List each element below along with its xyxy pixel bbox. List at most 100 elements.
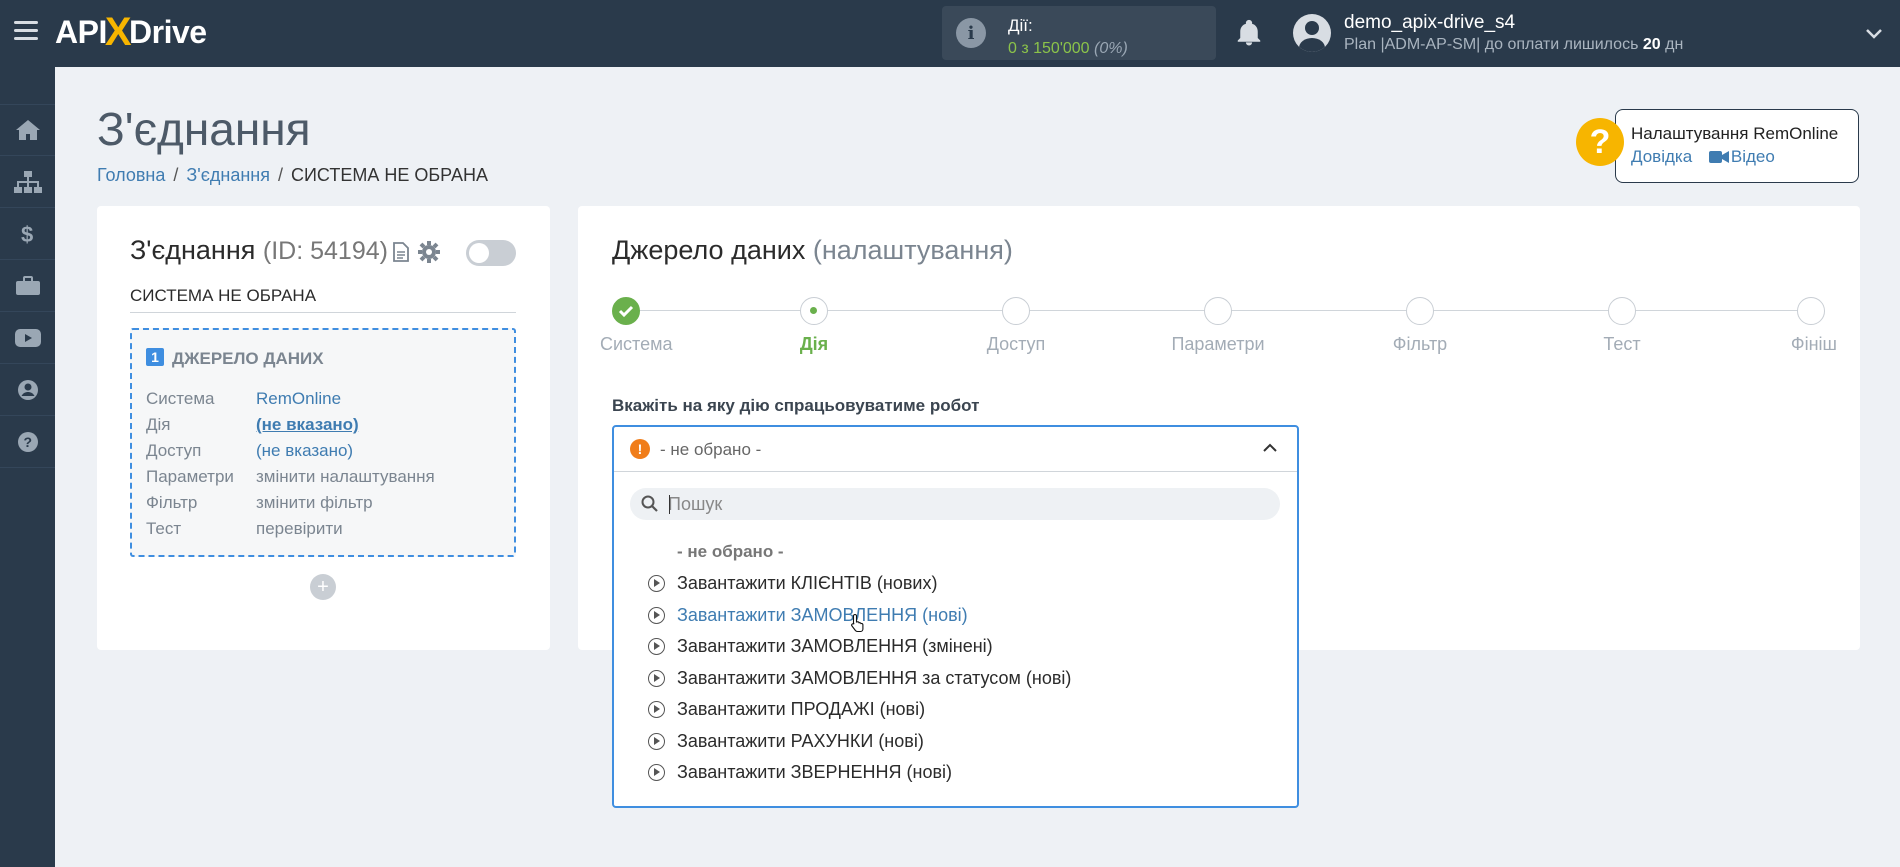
briefcase-icon <box>15 275 40 295</box>
chevron-up-icon[interactable] <box>1262 441 1278 453</box>
source-row-value: змінити фільтр <box>256 493 373 512</box>
option-label: Завантажити ЗАМОВЛЕННЯ за статусом (нові… <box>677 668 1072 688</box>
option-item[interactable]: Завантажити ЗВЕРНЕННЯ (нові) <box>648 762 952 783</box>
avatar[interactable] <box>1293 14 1331 52</box>
logo-text-api: API <box>55 13 107 50</box>
step-dot <box>1406 297 1434 325</box>
step-dot <box>1204 297 1232 325</box>
actions-counter: i Дії: 0 з 150'000 (0%) <box>942 6 1216 60</box>
step-dot <box>1002 297 1030 325</box>
connection-title-text: З'єднання <box>130 235 256 265</box>
help-links: Довідка Відео <box>1631 147 1775 167</box>
help-question-icon[interactable]: ? <box>1576 118 1624 166</box>
step-dot <box>800 297 828 325</box>
play-circle-icon <box>648 733 665 750</box>
source-row-filter: Фільтр змінити фільтр <box>146 493 373 513</box>
document-icon[interactable] <box>393 242 409 262</box>
data-source-block[interactable]: 1 ДЖЕРЕЛО ДАНИХ Система RemOnline Дія (не … <box>130 328 516 557</box>
option-item[interactable]: Завантажити ПРОДАЖІ (нові) <box>648 699 925 720</box>
user-name[interactable]: demo_apix-drive_s4 <box>1344 12 1515 34</box>
step-check-icon <box>612 297 640 325</box>
step-action[interactable]: Дія <box>754 297 874 355</box>
option-label: Завантажити ЗВЕРНЕННЯ (нові) <box>677 762 953 782</box>
step-finish[interactable]: Фініш <box>1751 297 1871 355</box>
connection-toggle[interactable] <box>466 240 516 266</box>
settings-title: Джерело даних (налаштування) <box>612 235 1013 266</box>
action-select-value: - не обрано - <box>660 440 762 459</box>
plan-days: 20 <box>1642 36 1661 53</box>
play-circle-icon <box>648 607 665 624</box>
svg-text:?: ? <box>23 434 32 450</box>
gear-icon[interactable] <box>418 241 440 263</box>
sidebar-item-profile[interactable] <box>0 364 55 416</box>
source-row-key: Фільтр <box>146 493 198 512</box>
step-access[interactable]: Доступ <box>956 297 1076 355</box>
action-field-label: Вкажіть на яку дію спрацьовуватиме робот <box>612 396 980 415</box>
sidebar-item-connections[interactable] <box>0 156 55 208</box>
hand-cursor-icon <box>851 613 864 633</box>
step-dot <box>1608 297 1636 325</box>
option-label: Завантажити КЛІЄНТІВ (нових) <box>677 573 938 593</box>
sidebar-item-help[interactable]: ? <box>0 416 55 468</box>
dollar-icon: $ <box>21 222 33 246</box>
bell-icon[interactable] <box>1234 18 1264 48</box>
chevron-down-icon[interactable] <box>1864 24 1884 44</box>
source-row-value[interactable]: (не вказано) <box>256 415 359 435</box>
breadcrumb: Головна / З'єднання / СИСТЕМА НЕ ОБРАНА <box>97 165 488 186</box>
option-item[interactable]: Завантажити РАХУНКИ (нові) <box>648 731 924 752</box>
option-label: Завантажити ЗАМОВЛЕННЯ (нові) <box>677 605 968 625</box>
option-item[interactable]: Завантажити ЗАМОВЛЕННЯ (нові) <box>648 605 968 626</box>
option-item[interactable]: Завантажити КЛІЄНТІВ (нових) <box>648 573 937 594</box>
source-row-value[interactable]: (не вказано) <box>256 441 353 461</box>
source-row-value: перевірити <box>256 519 343 538</box>
settings-subtitle: (налаштування) <box>812 235 1013 265</box>
video-link[interactable]: Відео <box>1731 147 1775 166</box>
breadcrumb-current: СИСТЕМА НЕ ОБРАНА <box>291 165 488 185</box>
play-circle-icon <box>648 701 665 718</box>
action-select[interactable]: ! - не обрано - <box>614 427 1297 472</box>
step-dot <box>1797 297 1825 325</box>
source-row-action: Дія (не вказано) <box>146 415 359 435</box>
breadcrumb-separator: / <box>173 165 179 185</box>
step-test[interactable]: Тест <box>1562 297 1682 355</box>
source-row-system: Система RemOnline <box>146 389 341 409</box>
source-row-access: Доступ (не вказано) <box>146 441 353 461</box>
breadcrumb-connections[interactable]: З'єднання <box>186 165 270 185</box>
step-filter[interactable]: Фільтр <box>1360 297 1480 355</box>
step-parameters[interactable]: Параметри <box>1158 297 1278 355</box>
help-link[interactable]: Довідка <box>1631 147 1692 166</box>
option-label: Завантажити ЗАМОВЛЕННЯ (змінені) <box>677 636 993 656</box>
source-row-key: Доступ <box>146 441 202 460</box>
option-none[interactable]: - не обрано - <box>677 542 784 562</box>
breadcrumb-home[interactable]: Головна <box>97 165 165 185</box>
sidebar-item-home[interactable] <box>0 104 55 156</box>
step-label: Доступ <box>986 334 1046 354</box>
plan-suffix: дн <box>1665 36 1684 53</box>
play-circle-icon <box>648 670 665 687</box>
sidebar-item-billing[interactable]: $ <box>0 208 55 260</box>
play-circle-icon <box>648 638 665 655</box>
add-block-button[interactable]: + <box>310 574 336 600</box>
logo-text-x: X <box>104 9 132 54</box>
logo[interactable]: API X Drive <box>55 9 207 54</box>
source-row-key: Параметри <box>146 467 234 486</box>
step-system[interactable]: Система <box>566 297 686 355</box>
source-row-key: Дія <box>146 415 171 434</box>
source-row-key: Тест <box>146 519 182 538</box>
step-label: Дія <box>799 334 829 354</box>
option-item[interactable]: Завантажити ЗАМОВЛЕННЯ за статусом (нові… <box>648 668 1071 689</box>
source-row-value[interactable]: RemOnline <box>256 389 341 409</box>
source-title: ДЖЕРЕЛО ДАНИХ <box>172 349 324 368</box>
sidebar-item-projects[interactable] <box>0 260 55 312</box>
option-item[interactable]: Завантажити ЗАМОВЛЕННЯ (змінені) <box>648 636 993 657</box>
user-plan: Plan |ADM-AP-SM| до оплати лишилось 20 д… <box>1344 36 1683 54</box>
youtube-icon <box>14 328 41 347</box>
source-row-parameters: Параметри змінити налаштування <box>146 467 435 487</box>
sidebar-item-video[interactable] <box>0 312 55 364</box>
menu-icon[interactable] <box>14 21 38 41</box>
play-circle-icon <box>648 575 665 592</box>
search-input[interactable] <box>668 488 1268 520</box>
step-label: Система <box>600 334 673 354</box>
connection-id: (ID: 54194) <box>262 237 388 265</box>
source-row-key: Система <box>146 389 215 408</box>
